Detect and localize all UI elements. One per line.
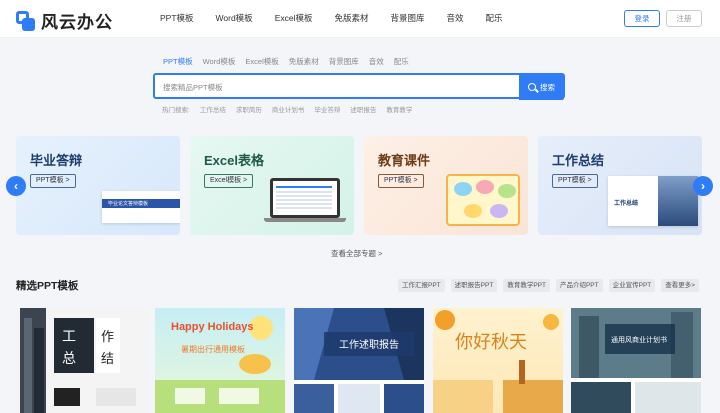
nav-item-word[interactable]: Word模板 xyxy=(216,12,253,24)
hot-item[interactable]: 商业计划书 xyxy=(272,104,305,114)
hot-item[interactable]: 毕业答辩 xyxy=(314,104,340,114)
topic-card-tag[interactable]: PPT模板 > xyxy=(30,174,76,188)
topic-card-title: Excel表格 xyxy=(204,153,264,168)
search-button[interactable]: 搜索 xyxy=(519,74,564,100)
work-summary-image: 工作总结 xyxy=(608,176,698,226)
laptop-base xyxy=(264,218,346,222)
thumbnail-art: 工作述职报告 xyxy=(294,308,424,413)
search-tab-excel[interactable]: Excel模板 xyxy=(245,56,278,67)
search-tab-word[interactable]: Word模板 xyxy=(203,56,236,67)
topic-card-excel[interactable]: Excel表格 Excel模板 > xyxy=(190,136,354,235)
template-thumbnail[interactable]: 工 总 作 结 xyxy=(16,308,146,413)
thumb-text: 结 xyxy=(101,351,114,366)
hot-searches: 热门搜索: 工作总结 求职简历 商业计划书 毕业答辩 述职报告 教育教学 xyxy=(162,104,422,114)
thumb-text: 工 xyxy=(62,330,76,345)
thumb-text: Happy Holidays xyxy=(171,321,254,333)
topic-card-graduation[interactable]: 毕业答辩 PPT模板 > 毕业论文答辩模板 xyxy=(16,136,180,235)
topic-card-education[interactable]: 教育课件 PPT模板 > xyxy=(364,136,528,235)
education-image xyxy=(446,174,520,226)
nav-item-free-assets[interactable]: 免版素材 xyxy=(334,12,368,24)
nav-item-music[interactable]: 配乐 xyxy=(486,12,503,24)
carousel-next-button[interactable]: › xyxy=(693,176,713,196)
thumb-text: 通用风商业计划书 xyxy=(611,335,667,344)
top-header: 风云办公 PPT模板 Word模板 Excel模板 免版素材 背景图库 音效 配… xyxy=(0,0,720,38)
search-button-label: 搜索 xyxy=(540,82,555,92)
hot-item[interactable]: 求职简历 xyxy=(236,104,262,114)
template-thumbnail[interactable]: 工作述职报告 xyxy=(294,308,424,413)
category-filters: 工作汇报PPT 述职报告PPT 教育教学PPT 产品介绍PPT 企业宣传PPT … xyxy=(398,279,705,292)
hot-item[interactable]: 教育教学 xyxy=(386,104,412,114)
search-tab-sound[interactable]: 音效 xyxy=(369,56,384,67)
thumb-text: 暑期出行通用模板 xyxy=(181,344,245,354)
template-thumbnail[interactable]: 你好秋天 xyxy=(433,308,563,413)
search-placeholder: 搜索精品PPT模板 xyxy=(163,83,223,92)
thumbnail-art: 通用风商业计划书 xyxy=(571,308,701,413)
topic-card-image-text: 毕业论文答辩模板 xyxy=(108,201,149,207)
topic-card-title: 毕业答辩 xyxy=(30,153,83,168)
search-tab-free-assets[interactable]: 免版素材 xyxy=(289,56,319,67)
site-logo[interactable]: 风云办公 xyxy=(16,8,113,33)
hot-item[interactable]: 工作总结 xyxy=(200,104,226,114)
nav-item-ppt[interactable]: PPT模板 xyxy=(160,12,194,24)
search-tabs: PPT模板 Word模板 Excel模板 免版素材 背景图库 音效 配乐 xyxy=(163,56,419,67)
topic-card-title: 工作总结 xyxy=(552,153,605,168)
search-tab-ppt[interactable]: PPT模板 xyxy=(163,56,193,67)
main-nav: PPT模板 Word模板 Excel模板 免版素材 背景图库 音效 配乐 xyxy=(160,12,525,24)
logo-text: 风云办公 xyxy=(41,13,113,32)
register-button[interactable]: 注册 xyxy=(666,10,702,27)
thumb-text: 作 xyxy=(101,329,114,344)
filter-corporate[interactable]: 企业宣传PPT xyxy=(608,279,656,292)
template-thumbnail[interactable]: Happy Holidays 暑期出行通用模板 xyxy=(155,308,285,413)
login-button[interactable]: 登录 xyxy=(624,10,660,27)
carousel-prev-button[interactable]: ‹ xyxy=(6,176,26,196)
filter-work-report[interactable]: 工作汇报PPT xyxy=(398,279,445,292)
nav-item-excel[interactable]: Excel模板 xyxy=(275,12,313,24)
nav-item-backgrounds[interactable]: 背景图库 xyxy=(391,12,425,24)
topic-card-title: 教育课件 xyxy=(378,153,431,168)
hot-item[interactable]: 述职报告 xyxy=(350,104,376,114)
hot-searches-label: 热门搜索: xyxy=(162,107,190,114)
work-summary-image-text: 工作总结 xyxy=(614,201,639,207)
section-title: 精选PPT模板 xyxy=(16,280,79,292)
thumbnail-art: 你好秋天 xyxy=(433,310,563,413)
search-tab-music[interactable]: 配乐 xyxy=(394,56,409,67)
search-icon xyxy=(528,83,536,91)
thumb-text: 工作述职报告 xyxy=(339,338,399,351)
nav-item-sound[interactable]: 音效 xyxy=(447,12,464,24)
thumbnail-art: Happy Holidays 暑期出行通用模板 xyxy=(155,316,285,413)
thumb-text: 总 xyxy=(62,351,76,367)
topic-card-tag[interactable]: PPT模板 > xyxy=(552,174,598,188)
filter-debrief[interactable]: 述职报告PPT xyxy=(450,279,498,292)
topic-card-image: 毕业论文答辩模板 xyxy=(102,191,180,223)
logo-icon xyxy=(16,10,36,31)
topic-card-tag[interactable]: PPT模板 > xyxy=(378,174,424,188)
view-more-link[interactable]: 查看更多> xyxy=(661,279,700,292)
search-input[interactable]: 搜索精品PPT模板 搜索 xyxy=(153,73,565,100)
template-thumbnail[interactable]: 通用风商业计划书 xyxy=(571,308,701,413)
filter-product[interactable]: 产品介绍PPT xyxy=(555,279,603,292)
thumbnail-art: 工 总 作 结 xyxy=(16,308,146,413)
topic-card-work-summary[interactable]: 工作总结 PPT模板 > 工作总结 xyxy=(538,136,702,235)
laptop-image xyxy=(270,178,340,218)
filter-education[interactable]: 教育教学PPT xyxy=(503,279,550,292)
search-tab-backgrounds[interactable]: 背景图库 xyxy=(329,56,359,67)
view-all-topics-link[interactable]: 查看全部专题 > xyxy=(331,248,382,259)
topic-card-tag[interactable]: Excel模板 > xyxy=(204,174,254,188)
thumb-text: 你好秋天 xyxy=(455,332,527,352)
